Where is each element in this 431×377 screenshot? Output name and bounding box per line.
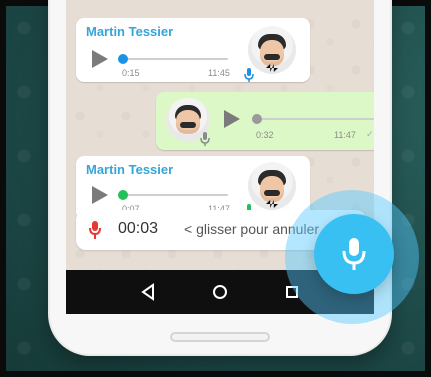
voice-message-incoming-1[interactable]: Martin Tessier 0:15 11:45 bbox=[76, 18, 310, 82]
home-circle-icon[interactable] bbox=[210, 282, 230, 302]
message-sender: Martin Tessier bbox=[86, 162, 174, 177]
audio-progress-track[interactable] bbox=[120, 58, 228, 60]
avatar-mustache bbox=[180, 122, 196, 128]
recording-microphone-icon bbox=[89, 221, 101, 239]
audio-progress-dot[interactable] bbox=[118, 190, 128, 200]
message-sender: Martin Tessier bbox=[86, 24, 174, 39]
audio-elapsed: 0:15 bbox=[122, 68, 140, 78]
avatar-face bbox=[260, 176, 284, 202]
audio-elapsed: 0:32 bbox=[256, 130, 274, 140]
avatar-mustache bbox=[264, 54, 280, 60]
audio-progress-track[interactable] bbox=[254, 118, 374, 120]
message-time: 11:47 bbox=[334, 130, 356, 140]
microphone-icon bbox=[200, 132, 210, 146]
back-triangle-icon[interactable] bbox=[138, 282, 158, 302]
play-icon[interactable] bbox=[224, 110, 240, 128]
message-time: 11:45 bbox=[208, 68, 230, 78]
microphone-icon bbox=[244, 68, 254, 82]
avatar bbox=[248, 162, 296, 210]
audio-progress-dot[interactable] bbox=[118, 54, 128, 64]
play-icon[interactable] bbox=[92, 186, 108, 204]
delivered-checkmarks: ✓✓ bbox=[366, 129, 374, 139]
avatar-mustache bbox=[264, 190, 280, 196]
voice-message-outgoing[interactable]: 0:32 11:47 ✓✓ bbox=[156, 92, 374, 150]
microphone-icon bbox=[342, 238, 366, 270]
home-pill bbox=[170, 332, 270, 342]
avatar-face bbox=[260, 40, 284, 66]
hold-to-record-mic-button[interactable] bbox=[314, 214, 394, 294]
play-icon[interactable] bbox=[92, 50, 108, 68]
audio-progress-dot[interactable] bbox=[252, 114, 262, 124]
audio-progress-track[interactable] bbox=[120, 194, 228, 196]
avatar bbox=[248, 26, 296, 74]
recording-timer: 00:03 bbox=[118, 220, 159, 237]
